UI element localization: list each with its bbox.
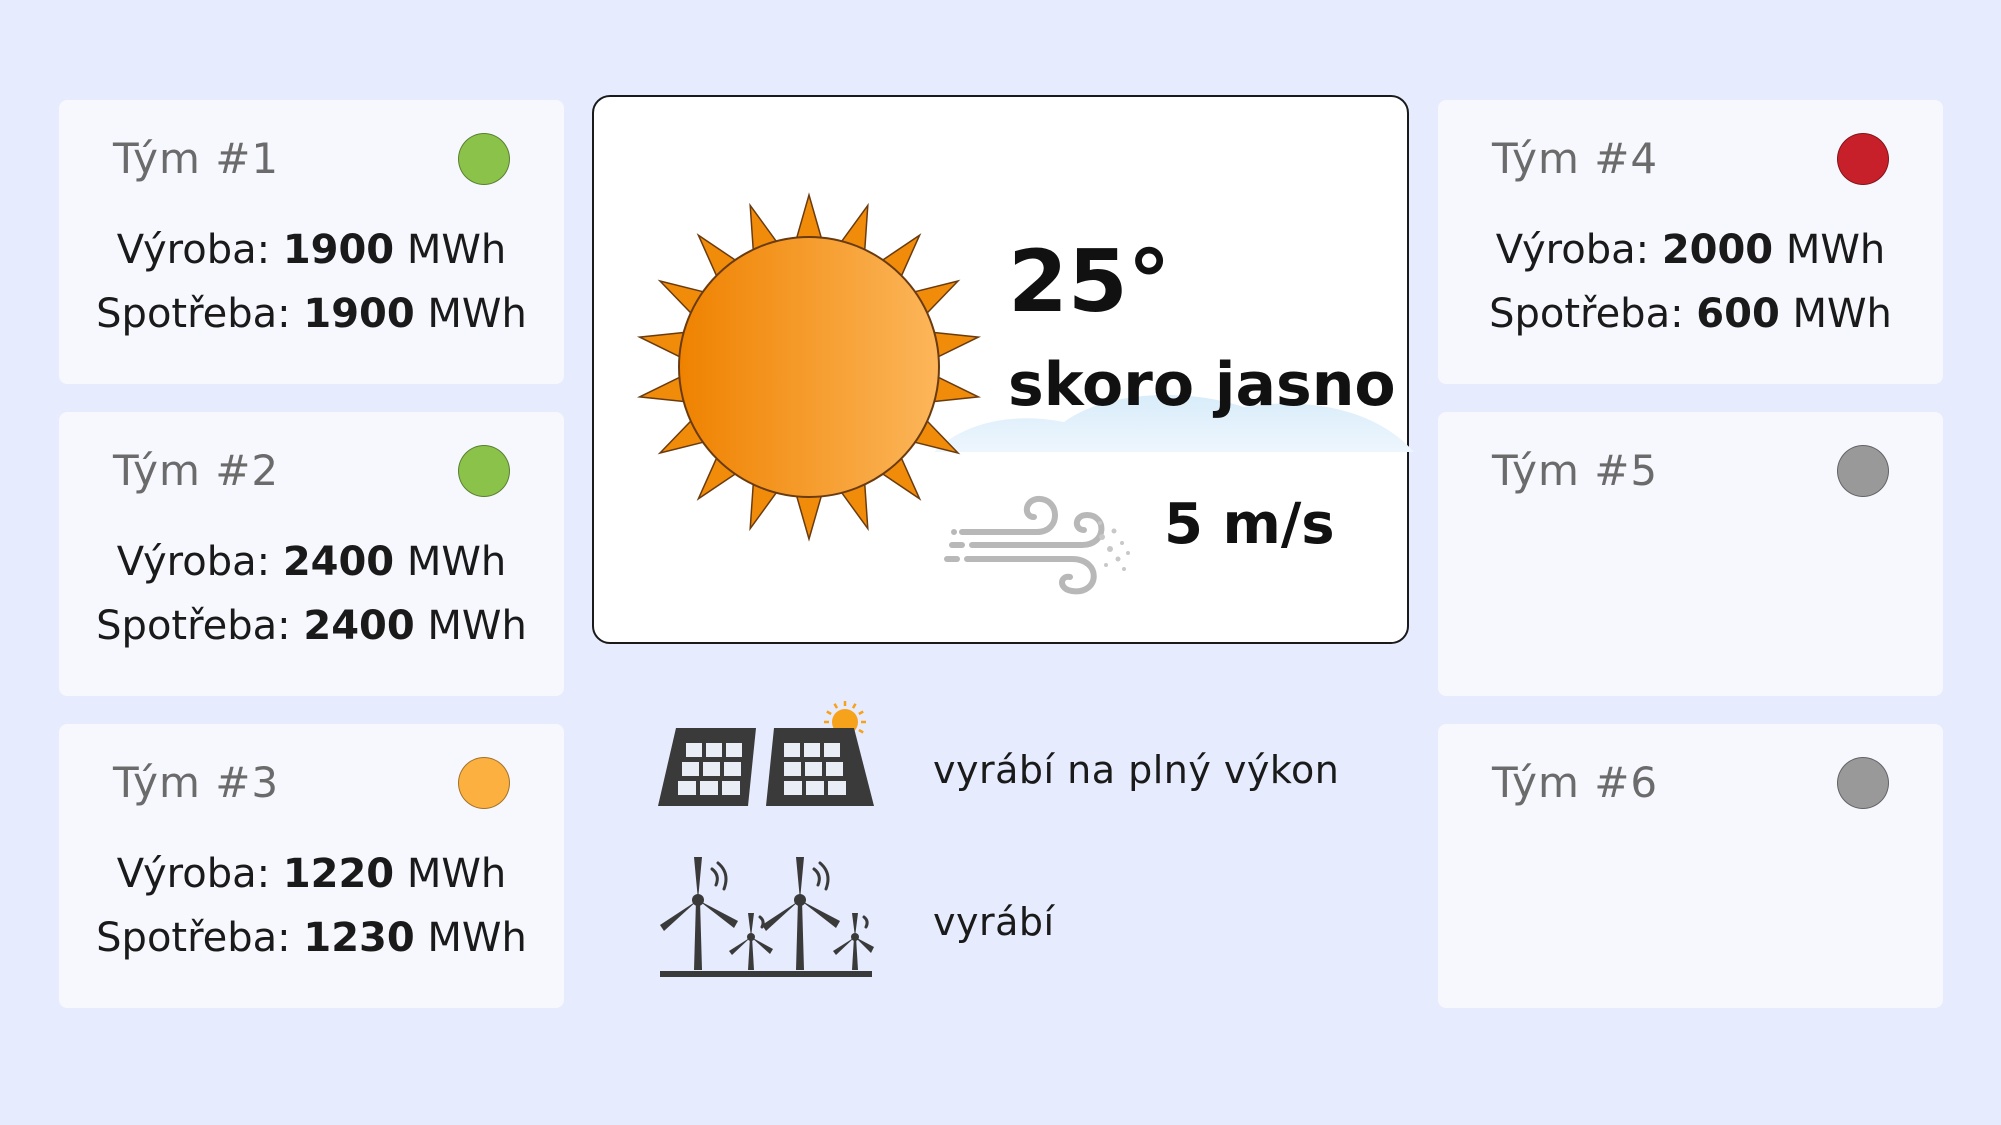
solar-panel-icon (658, 701, 874, 806)
team-card-4: Tým #4 Výroba: 2000 MWh Spotřeba: 600 MW… (1438, 100, 1943, 384)
team-name: Tým #5 (1492, 446, 1659, 495)
team-card-5: Tým #5 (1438, 412, 1943, 696)
team-card-1: Tým #1 Výroba: 1900 MWh Spotřeba: 1900 M… (59, 100, 564, 384)
weather-condition: skoro jasno (1008, 350, 1396, 420)
team-stats: Výroba: 2000 MWh Spotřeba: 600 MWh (1438, 218, 1943, 346)
team-stats: Výroba: 2400 MWh Spotřeba: 2400 MWh (59, 530, 564, 658)
team-name: Tým #1 (113, 134, 280, 183)
production-line: Výroba: 2400 MWh (116, 539, 507, 585)
consumption-line: Spotřeba: 1900 MWh (96, 291, 527, 337)
wind-speed: 5 m/s (1164, 492, 1335, 557)
status-indicator (1837, 133, 1889, 185)
production-value: 2000 (1661, 227, 1774, 273)
team-stats: Výroba: 1220 MWh Spotřeba: 1230 MWh (59, 842, 564, 970)
consumption-value: 1230 (303, 915, 415, 961)
production-line: Výroba: 2000 MWh (1495, 227, 1886, 273)
wind-status: vyrábí (933, 900, 1055, 944)
wind-icon (944, 496, 1130, 595)
team-name: Tým #4 (1492, 134, 1659, 183)
team-card-6: Tým #6 (1438, 724, 1943, 1008)
consumption-value: 600 (1696, 291, 1780, 337)
production-line: Výroba: 1220 MWh (116, 851, 507, 897)
team-name: Tým #3 (113, 758, 280, 807)
consumption-value: 2400 (303, 603, 415, 649)
weather-card: 25° skoro jasno 5 m/s (592, 95, 1414, 644)
status-indicator (458, 445, 510, 497)
production-line: Výroba: 1900 MWh (116, 227, 507, 273)
consumption-value: 1900 (303, 291, 415, 337)
team-card-2: Tým #2 Výroba: 2400 MWh Spotřeba: 2400 M… (59, 412, 564, 696)
sun-icon (636, 192, 982, 542)
production-value: 1900 (282, 227, 395, 273)
consumption-line: Spotřeba: 600 MWh (1489, 291, 1892, 337)
status-indicator (1837, 445, 1889, 497)
wind-turbine-icon (660, 857, 874, 977)
temperature: 25° (1008, 232, 1171, 332)
consumption-line: Spotřeba: 1230 MWh (96, 915, 527, 961)
team-card-3: Tým #3 Výroba: 1220 MWh Spotřeba: 1230 M… (59, 724, 564, 1008)
team-name: Tým #6 (1492, 758, 1659, 807)
status-indicator (458, 757, 510, 809)
team-name: Tým #2 (113, 446, 280, 495)
status-indicator (1837, 757, 1889, 809)
solar-status: vyrábí na plný výkon (933, 748, 1340, 792)
production-value: 1220 (282, 851, 395, 897)
team-stats: Výroba: 1900 MWh Spotřeba: 1900 MWh (59, 218, 564, 346)
status-indicator (458, 133, 510, 185)
production-value: 2400 (282, 539, 395, 585)
consumption-line: Spotřeba: 2400 MWh (96, 603, 527, 649)
